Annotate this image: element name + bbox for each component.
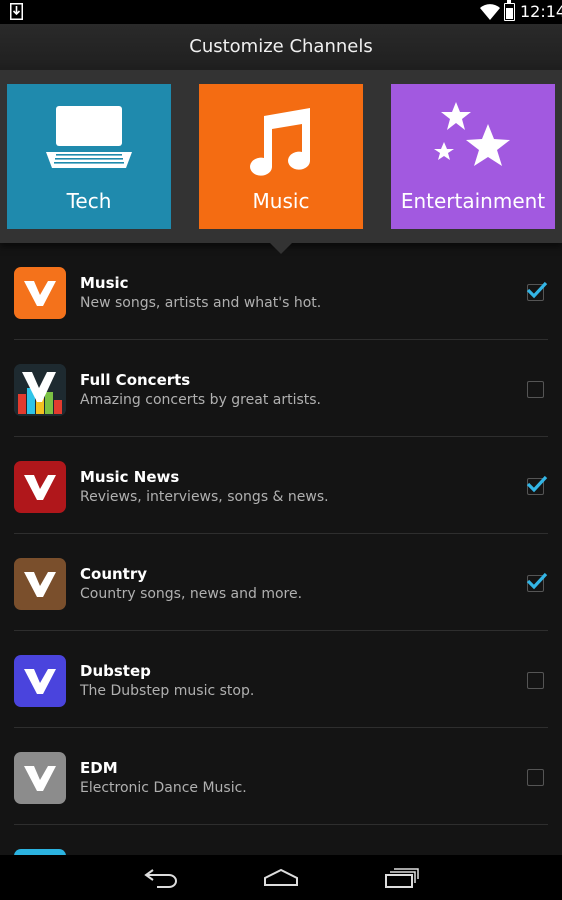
v-logo-icon [24, 669, 56, 694]
channel-checkbox[interactable] [527, 381, 544, 398]
channel-checkbox[interactable] [526, 475, 548, 495]
back-icon[interactable] [143, 867, 179, 889]
channel-row[interactable]: Dubstep The Dubstep music stop. [0, 631, 562, 728]
channel-app-icon [14, 752, 66, 804]
channel-name: Country [80, 565, 148, 583]
equalizer-v-logo-icon [14, 364, 66, 416]
channel-app-icon [14, 558, 66, 610]
checkmark-icon [526, 475, 548, 493]
channel-name: Full Concerts [80, 371, 191, 389]
channel-description: New songs, artists and what's hot. [80, 295, 322, 311]
category-tile-label: Music [252, 189, 310, 213]
category-strip: Tech Music Entertainment [0, 70, 562, 243]
download-icon [10, 3, 23, 20]
channel-row[interactable]: Country Country songs, news and more. [0, 534, 562, 631]
channel-app-icon [14, 364, 66, 416]
channel-row[interactable]: Full Concerts Amazing concerts by great … [0, 340, 562, 437]
laptop-icon [46, 106, 132, 168]
channel-checkbox[interactable] [527, 672, 544, 689]
page-title: Customize Channels [189, 36, 373, 57]
channel-row[interactable]: Music New songs, artists and what's hot. [0, 243, 562, 340]
home-icon[interactable] [263, 867, 299, 889]
navigation-bar [0, 855, 562, 900]
channel-name: Dubstep [80, 662, 151, 680]
channel-row[interactable]: EDM Electronic Dance Music. [0, 728, 562, 825]
wifi-icon [480, 4, 500, 20]
category-tile-tech[interactable]: Tech [7, 84, 171, 229]
status-time: 12:14 [520, 2, 562, 21]
action-bar: Customize Channels [0, 24, 562, 71]
channel-row-partial[interactable] [0, 825, 562, 855]
recent-apps-icon[interactable] [384, 867, 420, 889]
category-tile-entertainment[interactable]: Entertainment [391, 84, 555, 229]
category-tile-label: Tech [66, 189, 112, 213]
music-note-icon [250, 108, 311, 176]
channel-row[interactable]: Music News Reviews, interviews, songs & … [0, 437, 562, 534]
channel-checkbox[interactable] [526, 572, 548, 592]
channel-name: Music [80, 274, 129, 292]
channel-list[interactable]: Music New songs, artists and what's hot.… [0, 243, 562, 855]
category-tile-label: Entertainment [400, 189, 546, 213]
v-logo-icon [24, 281, 56, 306]
category-tile-music[interactable]: Music [199, 84, 363, 229]
battery-icon [504, 0, 515, 21]
v-logo-icon [24, 572, 56, 597]
channel-description: Country songs, news and more. [80, 586, 303, 602]
channel-checkbox[interactable] [527, 769, 544, 786]
channel-app-icon [14, 461, 66, 513]
channel-name: Music News [80, 468, 180, 486]
channel-app-icon [14, 267, 66, 319]
checkmark-icon [526, 572, 548, 590]
channel-name: EDM [80, 759, 118, 777]
channel-description: Amazing concerts by great artists. [80, 392, 322, 408]
channel-checkbox[interactable] [526, 281, 548, 301]
stars-icon [434, 102, 510, 166]
channel-description: The Dubstep music stop. [80, 683, 255, 699]
channel-app-icon [14, 655, 66, 707]
channel-description: Electronic Dance Music. [80, 780, 247, 796]
channel-description: Reviews, interviews, songs & news. [80, 489, 329, 505]
checkmark-icon [526, 281, 548, 299]
v-logo-icon [24, 475, 56, 500]
status-bar: 12:14 [0, 0, 562, 24]
v-logo-icon [24, 766, 56, 791]
